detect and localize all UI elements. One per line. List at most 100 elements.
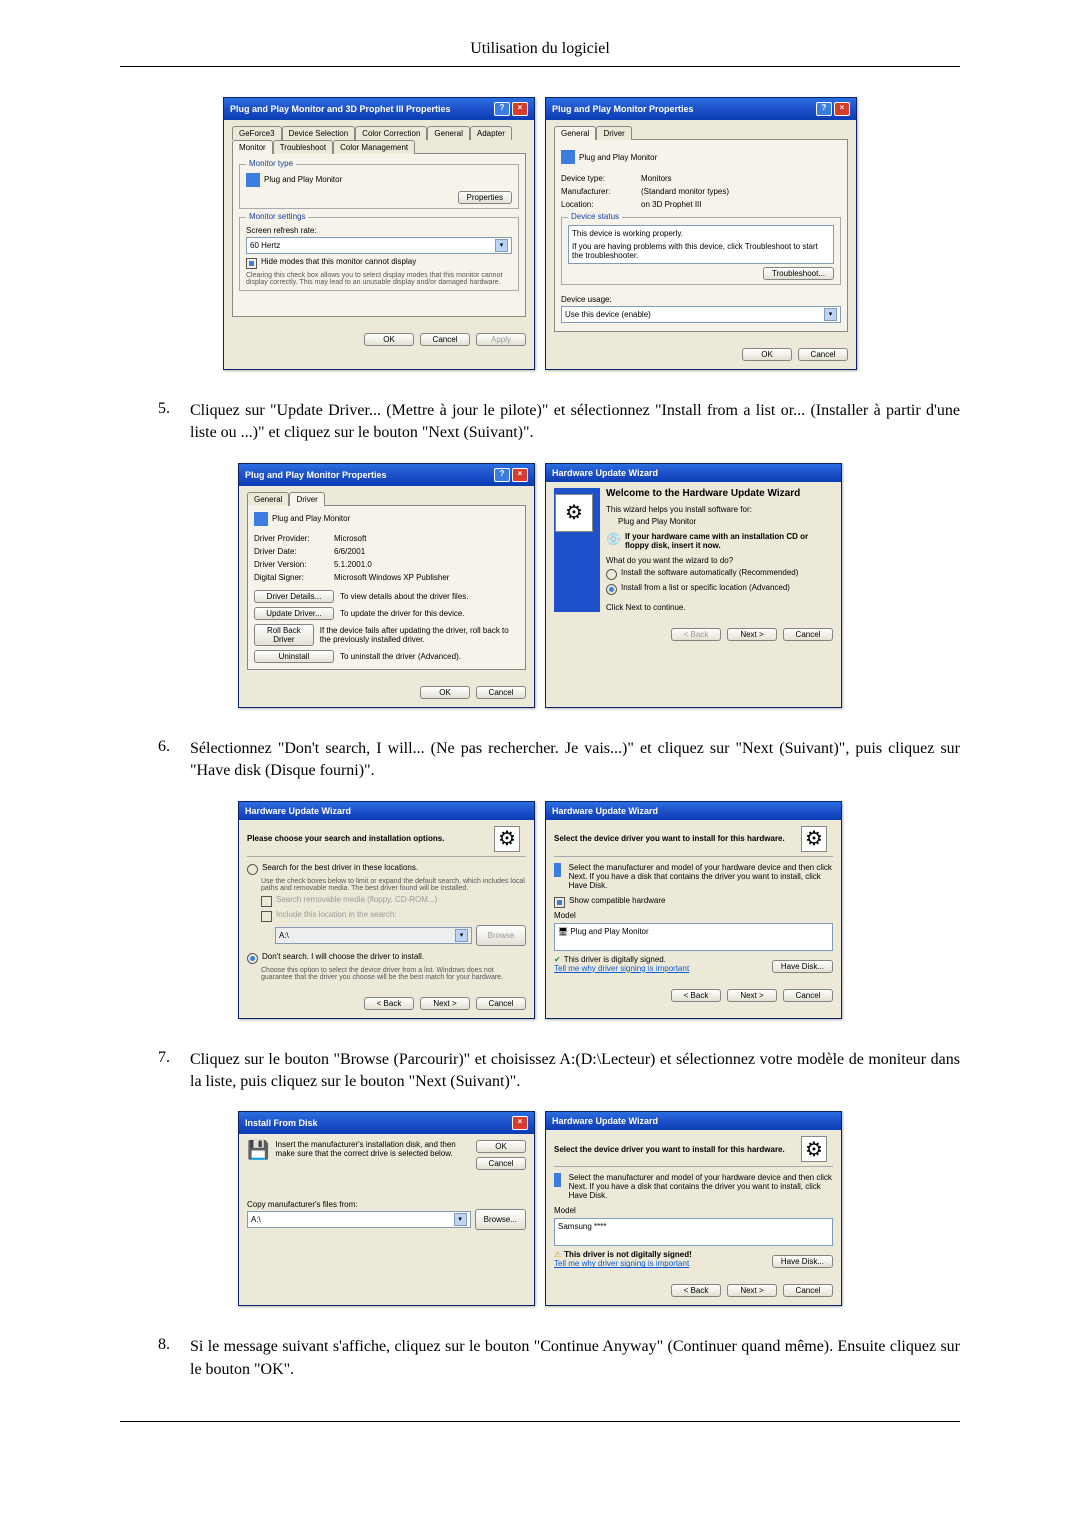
rollback-driver-button[interactable]: Roll Back Driver: [254, 624, 314, 646]
tab-color-correction[interactable]: Color Correction: [355, 126, 427, 140]
model-list[interactable]: Samsung ****: [554, 1218, 833, 1246]
cancel-button[interactable]: Cancel: [476, 997, 526, 1010]
hide-modes-checkbox[interactable]: [246, 258, 257, 269]
monitor-icon: [246, 173, 260, 187]
ok-button[interactable]: OK: [420, 686, 470, 699]
dont-search-radio[interactable]: [247, 953, 258, 964]
wizard-select-driver: Hardware Update Wizard Select the device…: [545, 801, 842, 1019]
back-button[interactable]: < Back: [671, 1284, 721, 1297]
install-auto-label: Install the software automatically (Reco…: [621, 568, 798, 577]
ok-button[interactable]: OK: [476, 1140, 526, 1153]
install-disk-instr: Insert the manufacturer's installation d…: [275, 1140, 470, 1170]
wizard-heading: Select the device driver you want to ins…: [554, 834, 785, 843]
copy-from-input[interactable]: A:\ ▾: [247, 1211, 471, 1228]
close-icon[interactable]: ×: [512, 1116, 528, 1130]
next-button[interactable]: Next >: [727, 989, 777, 1002]
tab-color-management[interactable]: Color Management: [333, 140, 415, 154]
tab-general[interactable]: General: [554, 126, 596, 140]
cancel-button[interactable]: Cancel: [783, 989, 833, 1002]
tab-monitor[interactable]: Monitor: [232, 140, 273, 154]
removable-media-label: Search removable media (floppy, CD-ROM..…: [276, 895, 437, 904]
back-button[interactable]: < Back: [364, 997, 414, 1010]
include-location-label: Include this location in the search:: [276, 910, 397, 919]
device-type-value: Monitors: [641, 174, 672, 183]
cancel-button[interactable]: Cancel: [783, 1284, 833, 1297]
update-driver-button[interactable]: Update Driver...: [254, 607, 334, 620]
search-label: Search for the best driver in these loca…: [262, 863, 418, 872]
step-number: 6.: [120, 738, 190, 783]
install-list-radio[interactable]: [606, 584, 617, 595]
tab-adapter[interactable]: Adapter: [470, 126, 512, 140]
signing-info-link[interactable]: Tell me why driver signing is important: [554, 964, 689, 973]
monitor-icon: [554, 863, 561, 877]
model-item[interactable]: Samsung ****: [558, 1222, 606, 1231]
cancel-button[interactable]: Cancel: [783, 628, 833, 641]
cancel-button[interactable]: Cancel: [476, 1157, 526, 1170]
dialog-title: Hardware Update Wizard: [245, 806, 351, 816]
device-usage-select[interactable]: Use this device (enable) ▾: [561, 306, 841, 323]
ok-button[interactable]: OK: [742, 348, 792, 361]
path-value: A:\: [279, 931, 289, 940]
cancel-button[interactable]: Cancel: [476, 686, 526, 699]
browse-button[interactable]: Browse...: [475, 1209, 526, 1230]
monitor-icon: [554, 1173, 561, 1187]
next-button[interactable]: Next >: [420, 997, 470, 1010]
cancel-button[interactable]: Cancel: [798, 348, 848, 361]
install-from-disk-dialog: Install From Disk × 💾 Insert the manufac…: [238, 1111, 535, 1306]
wizard-select-driver-2: Hardware Update Wizard Select the device…: [545, 1111, 842, 1306]
select-driver-desc: Select the manufacturer and model of you…: [569, 863, 833, 890]
model-item[interactable]: Plug and Play Monitor: [570, 927, 648, 936]
driver-version-value: 5.1.2001.0: [334, 560, 372, 569]
next-button[interactable]: Next >: [727, 1284, 777, 1297]
model-list[interactable]: 🖥 Plug and Play Monitor: [554, 923, 833, 951]
next-button[interactable]: Next >: [727, 628, 777, 641]
search-radio[interactable]: [247, 864, 258, 875]
copy-from-value: A:\: [251, 1215, 261, 1224]
tab-troubleshoot[interactable]: Troubleshoot: [273, 140, 333, 154]
uninstall-desc: To uninstall the driver (Advanced).: [340, 652, 461, 661]
cd-hint: If your hardware came with an installati…: [625, 532, 833, 550]
show-compatible-checkbox[interactable]: [554, 897, 565, 908]
tab-driver[interactable]: Driver: [289, 492, 324, 506]
signed-icon: ✔: [554, 955, 561, 964]
cancel-button[interactable]: Cancel: [420, 333, 470, 346]
ok-button[interactable]: OK: [364, 333, 414, 346]
display-properties-dialog: Plug and Play Monitor and 3D Prophet III…: [223, 97, 535, 370]
search-desc: Use the check boxes below to limit or ex…: [261, 878, 526, 892]
troubleshoot-button[interactable]: Troubleshoot...: [763, 267, 834, 280]
tab-driver[interactable]: Driver: [596, 126, 631, 140]
signing-info-link[interactable]: Tell me why driver signing is important: [554, 1259, 689, 1268]
chevron-down-icon[interactable]: ▾: [495, 239, 508, 252]
refresh-rate-select[interactable]: 60 Hertz ▾: [246, 237, 512, 254]
install-auto-radio[interactable]: [606, 569, 617, 580]
wizard-device: Plug and Play Monitor: [618, 517, 833, 526]
close-icon[interactable]: ×: [834, 102, 850, 116]
page-title: Utilisation du logiciel: [120, 40, 960, 67]
tab-general[interactable]: General: [247, 492, 289, 506]
step-6: 6. Sélectionnez "Don't search, I will...…: [120, 738, 960, 783]
back-button[interactable]: < Back: [671, 989, 721, 1002]
step-text: Si le message suivant s'affiche, cliquez…: [190, 1336, 960, 1381]
close-icon[interactable]: ×: [512, 102, 528, 116]
uninstall-button[interactable]: Uninstall: [254, 650, 334, 663]
tab-row: GeForce3 Device Selection Color Correcti…: [232, 126, 526, 154]
help-icon[interactable]: ?: [494, 102, 510, 116]
wizard-continue: Click Next to continue.: [606, 603, 833, 612]
tab-general[interactable]: General: [427, 126, 469, 140]
chevron-down-icon[interactable]: ▾: [454, 1213, 467, 1226]
properties-button[interactable]: Properties: [458, 191, 512, 204]
step-text: Cliquez sur le bouton "Browse (Parcourir…: [190, 1049, 960, 1094]
floppy-icon: 💾: [247, 1140, 269, 1170]
help-icon[interactable]: ?: [816, 102, 832, 116]
close-icon[interactable]: ×: [512, 468, 528, 482]
dialog-title: Install From Disk: [245, 1118, 318, 1128]
help-icon[interactable]: ?: [494, 468, 510, 482]
have-disk-button[interactable]: Have Disk...: [772, 960, 833, 973]
driver-details-button[interactable]: Driver Details...: [254, 590, 334, 603]
have-disk-button[interactable]: Have Disk...: [772, 1255, 833, 1268]
tab-device-selection[interactable]: Device Selection: [282, 126, 356, 140]
chevron-down-icon[interactable]: ▾: [824, 308, 837, 321]
tab-geforce3[interactable]: GeForce3: [232, 126, 282, 140]
figure-row-4: Install From Disk × 💾 Insert the manufac…: [120, 1111, 960, 1306]
dialog-title: Hardware Update Wizard: [552, 468, 658, 478]
